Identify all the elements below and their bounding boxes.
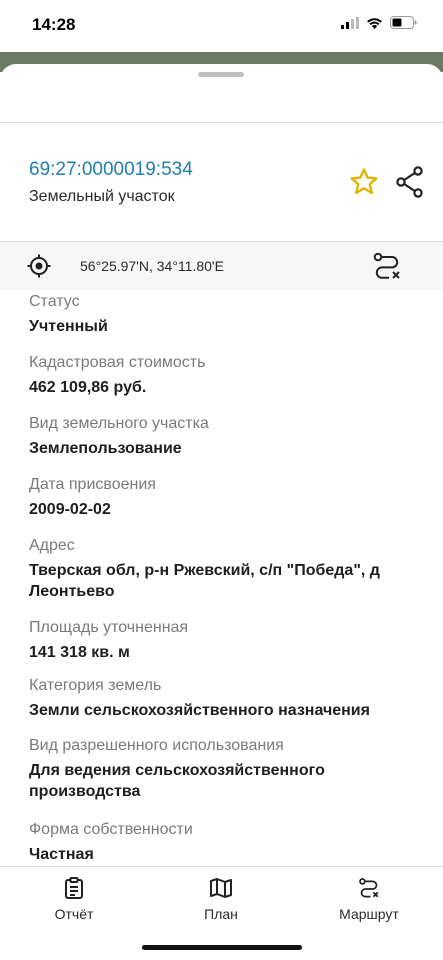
property-land-type: Вид земельного участка Землепользование	[29, 414, 424, 475]
wifi-icon	[367, 17, 382, 29]
property-area: Площадь уточненная 141 318 кв. м	[29, 618, 424, 676]
sheet-grabber[interactable]	[198, 72, 244, 77]
property-label: Дата присвоения	[29, 476, 156, 493]
property-label: Вид разрешенного использования	[29, 737, 284, 754]
property-value: Земли сельскохозяйственного назначения	[29, 702, 370, 719]
status-bar: 14:28	[0, 0, 443, 52]
signal-icon	[341, 16, 359, 29]
property-value: Для ведения сельскохозяйственного произв…	[29, 762, 325, 800]
property-value: 141 318 кв. м	[29, 644, 130, 661]
property-label: Форма собственности	[29, 821, 193, 838]
details-sheet: 69:27:0000019:534 Земельный участок 56°2…	[0, 64, 443, 960]
property-label: Статус	[29, 293, 80, 310]
property-label: Вид земельного участка	[29, 415, 209, 432]
coordinates-text[interactable]: 56°25.97'N, 34°11.80'E	[80, 258, 224, 274]
tab-report[interactable]: Отчёт	[19, 877, 129, 922]
property-ownership: Форма собственности Частная	[29, 820, 424, 870]
property-value: 2009-02-02	[29, 501, 111, 518]
property-label: Площадь уточненная	[29, 619, 189, 636]
property-label: Кадастровая стоимость	[29, 354, 206, 371]
battery-icon	[390, 16, 417, 29]
route-icon	[359, 878, 379, 898]
property-value: Землепользование	[29, 440, 182, 457]
property-assign-date: Дата присвоения 2009-02-02	[29, 475, 424, 536]
tab-route[interactable]: Маршрут	[314, 877, 424, 922]
divider	[0, 122, 443, 123]
cadastral-number[interactable]: 69:27:0000019:534	[29, 159, 193, 181]
tab-route-label: Маршрут	[339, 906, 399, 922]
property-value: 462 109,86 руб.	[29, 379, 147, 396]
property-permitted-use: Вид разрешенного использования Для веден…	[29, 736, 424, 820]
property-value: Тверская обл, р-н Ржевский, с/п "Победа"…	[29, 562, 380, 600]
route-icon[interactable]	[372, 252, 402, 280]
coordinates-row: 56°25.97'N, 34°11.80'E	[0, 242, 443, 290]
status-time: 14:28	[32, 15, 76, 34]
property-value: Частная	[29, 846, 94, 863]
status-icons	[341, 16, 417, 29]
property-cadastral-value: Кадастровая стоимость 462 109,86 руб.	[29, 353, 424, 414]
tab-plan[interactable]: План	[166, 877, 276, 922]
map-icon	[210, 878, 232, 898]
property-value: Учтенный	[29, 318, 108, 335]
object-type: Земельный участок	[29, 188, 175, 205]
share-icon[interactable]	[395, 166, 425, 198]
property-land-category: Категория земель Земли сельскохозяйствен…	[29, 676, 424, 736]
property-address: Адрес Тверская обл, р-н Ржевский, с/п "П…	[29, 536, 424, 618]
property-list: Статус Учтенный Кадастровая стоимость 46…	[29, 292, 424, 870]
report-icon	[65, 877, 83, 899]
property-label: Адрес	[29, 537, 75, 554]
tab-plan-label: План	[204, 906, 238, 922]
tab-report-label: Отчёт	[54, 906, 94, 922]
property-label: Категория земель	[29, 677, 162, 694]
star-icon[interactable]	[349, 167, 379, 197]
location-target-icon[interactable]	[27, 254, 51, 278]
home-indicator[interactable]	[142, 945, 302, 950]
property-status: Статус Учтенный	[29, 292, 424, 353]
